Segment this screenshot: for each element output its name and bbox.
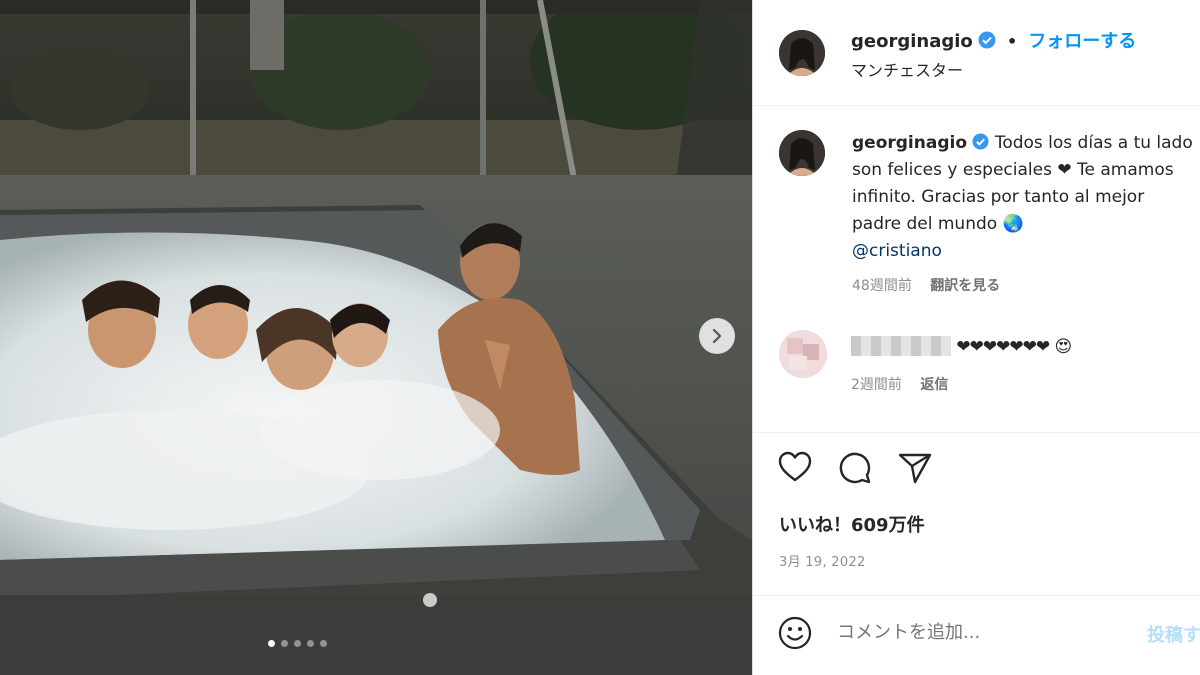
verified-badge-icon	[972, 133, 989, 150]
verified-badge-icon	[978, 31, 996, 49]
avatar-image	[779, 30, 825, 76]
header-line: georginagio • フォローする	[851, 27, 1136, 53]
share-icon	[898, 453, 932, 484]
likes-count[interactable]: いいね！609万件	[779, 511, 925, 537]
comment-input[interactable]	[837, 622, 1087, 643]
comment-meta: 2週間前 返信	[851, 374, 948, 394]
like-button[interactable]	[778, 451, 812, 487]
photo-scene	[0, 0, 752, 675]
carousel-dot	[281, 640, 288, 647]
avatar-image	[779, 130, 825, 176]
post-side-panel: georginagio • フォローする マンチェスター georginagio…	[752, 0, 1200, 675]
carousel-dot	[320, 640, 327, 647]
blurred-username	[851, 336, 951, 356]
comment-hearts: ❤❤❤❤❤❤❤	[956, 337, 1050, 357]
comment-button[interactable]	[838, 451, 872, 489]
share-button[interactable]	[898, 451, 932, 489]
carousel-dot	[307, 640, 314, 647]
post-photo[interactable]	[0, 0, 752, 675]
chevron-right-icon	[712, 329, 722, 343]
action-bar	[753, 432, 1200, 433]
commenter-avatar[interactable]	[779, 330, 827, 378]
carousel-dot	[294, 640, 301, 647]
carousel-indicator	[268, 640, 327, 647]
carousel-dot	[268, 640, 275, 647]
emoji-button[interactable]	[778, 616, 812, 654]
comment-line: ❤❤❤❤❤❤❤ 😍	[851, 336, 1072, 357]
post-caption: georginagio Todos los días a tu lado son…	[852, 130, 1194, 300]
post-location[interactable]: マンチェスター	[851, 57, 963, 81]
caption-username[interactable]: georginagio	[852, 133, 967, 153]
avatar[interactable]	[779, 30, 825, 76]
caption-meta: 48週間前 翻訳を見る	[852, 273, 1194, 300]
post-comment-button[interactable]: 投稿する	[1147, 621, 1200, 647]
globe-emoji: 🌏	[1002, 214, 1024, 234]
post-author-username[interactable]: georginagio	[851, 31, 973, 52]
heart-eyes-emoji: 😍	[1054, 337, 1073, 357]
caption-avatar[interactable]	[779, 130, 825, 176]
reply-link[interactable]: 返信	[920, 377, 948, 393]
emoji-smile-icon	[778, 616, 812, 650]
translate-link[interactable]: 翻訳を見る	[930, 278, 1000, 294]
post-header: georginagio • フォローする マンチェスター	[753, 0, 1200, 106]
carousel-next-button[interactable]	[699, 318, 735, 354]
comment-timestamp[interactable]: 2週間前	[851, 377, 902, 393]
heart-icon	[778, 451, 812, 482]
blurred-avatar-image	[779, 330, 827, 378]
header-separator: •	[1006, 32, 1018, 51]
follow-button[interactable]: フォローする	[1028, 31, 1136, 52]
post-date[interactable]: 3月 19, 2022	[779, 551, 866, 570]
comment-icon	[839, 452, 871, 484]
caption-timestamp[interactable]: 48週間前	[852, 278, 912, 294]
caption-mention-link[interactable]: @cristiano	[852, 241, 942, 261]
